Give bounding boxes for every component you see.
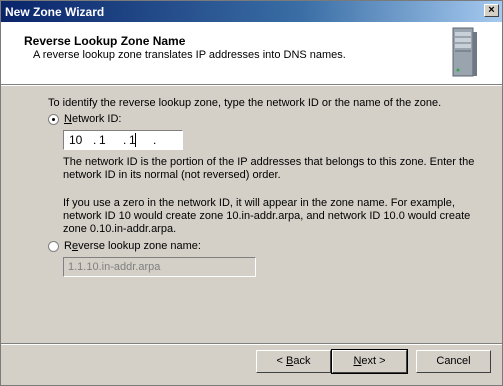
back-prefix: < [276, 355, 286, 367]
reverse-zone-label-text: verse lookup zone name: [78, 240, 201, 252]
octet-1[interactable]: 10 [69, 133, 82, 147]
reverse-zone-radio[interactable] [48, 241, 59, 252]
title-bar: New Zone Wizard × [1, 1, 502, 22]
reverse-zone-label[interactable]: Reverse lookup zone name: [64, 240, 201, 252]
page-subtitle: A reverse lookup zone translates IP addr… [33, 49, 346, 61]
back-label: ack [293, 355, 311, 367]
cancel-button[interactable]: Cancel [416, 350, 491, 373]
octet-separator: . [123, 133, 127, 147]
reverse-zone-label-prefix: R [64, 240, 72, 252]
help-text-zero: If you use a zero in the network ID, it … [63, 197, 471, 235]
window-title: New Zone Wizard [5, 5, 105, 19]
wizard-window: New Zone Wizard × Reverse Lookup Zone Na… [0, 0, 503, 386]
close-button[interactable]: × [484, 4, 499, 17]
text-caret [135, 133, 136, 147]
network-id-field[interactable]: 10 . 1 . 1 . [63, 130, 183, 150]
close-icon: × [488, 4, 495, 16]
next-button[interactable]: Next > [331, 349, 408, 374]
octet-separator: . [93, 133, 97, 147]
server-icon [452, 27, 477, 77]
octet-separator: . [153, 133, 157, 147]
button-divider [1, 343, 502, 345]
network-id-accel: N [64, 113, 72, 125]
page-title: Reverse Lookup Zone Name [24, 34, 186, 48]
wizard-header: Reverse Lookup Zone Name A reverse looku… [1, 22, 502, 85]
intro-text: To identify the reverse lookup zone, typ… [48, 97, 442, 109]
help-text-network-id: The network ID is the portion of the IP … [63, 156, 475, 181]
reverse-zone-name-field: 1.1.10.in-addr.arpa [63, 257, 256, 277]
network-id-label[interactable]: Network ID: [64, 113, 121, 125]
network-id-label-text: etwork ID: [71, 113, 122, 125]
wizard-content: To identify the reverse lookup zone, typ… [1, 85, 502, 343]
back-button[interactable]: < Back [256, 350, 331, 373]
octet-2[interactable]: 1 [99, 133, 106, 147]
next-label: ext > [361, 355, 386, 367]
network-id-radio[interactable] [48, 114, 59, 125]
